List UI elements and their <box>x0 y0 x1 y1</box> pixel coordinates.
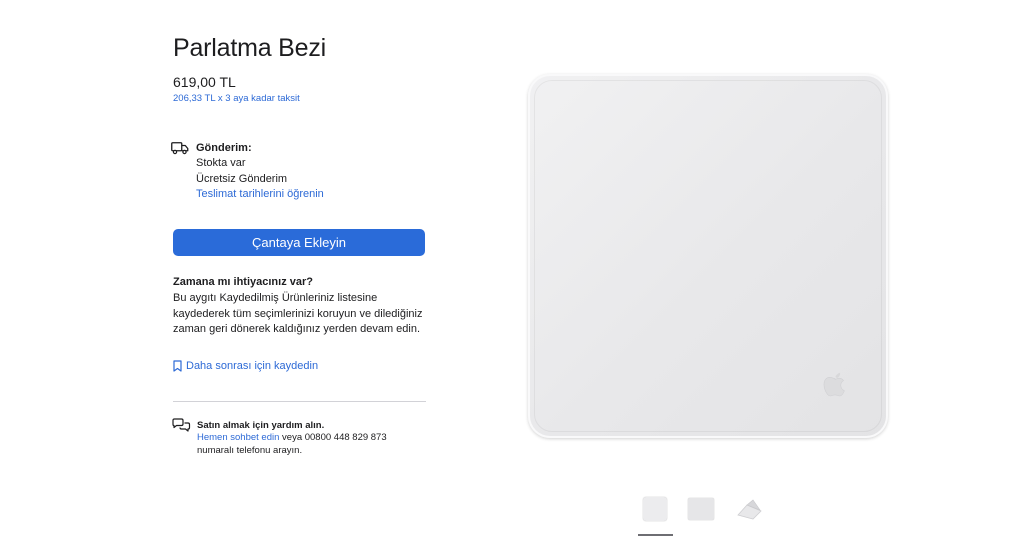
apple-logo-icon <box>823 372 845 397</box>
chat-now-link[interactable]: Hemen sohbet edin <box>197 432 279 443</box>
section-divider <box>173 401 426 402</box>
product-title: Parlatma Bezi <box>173 34 327 62</box>
product-image <box>528 74 888 438</box>
save-for-later-link[interactable]: Daha sonrası için kaydedin <box>173 360 318 372</box>
add-to-bag-button[interactable]: Çantaya Ekleyin <box>173 229 425 256</box>
product-price: 619,00 TL <box>173 74 236 90</box>
chat-bubbles-icon <box>172 418 191 432</box>
save-later-title: Zamana mı ihtiyacınız var? <box>173 276 313 288</box>
delivery-dates-link[interactable]: Teslimat tarihlerini öğrenin <box>196 188 324 200</box>
thumbnail-angled[interactable] <box>687 495 715 523</box>
save-later-description: Bu aygıtı Kaydedilmiş Ürünleriniz listes… <box>173 292 423 335</box>
thumbnail-front[interactable] <box>641 495 669 523</box>
help-title: Satın almak için yardım alın. <box>197 420 325 431</box>
help-text: Hemen sohbet edin veya 00800 448 829 873… <box>197 432 417 457</box>
truck-icon <box>171 142 189 155</box>
bookmark-icon <box>173 360 182 372</box>
shipping-title: Gönderim: <box>196 142 252 154</box>
phone-text-line2: numaralı telefonu arayın. <box>197 444 303 456</box>
thumbnail-selected-indicator <box>638 534 673 536</box>
thumbnail-folded[interactable] <box>735 495 763 523</box>
phone-text: veya 00800 448 829 873 <box>279 432 387 443</box>
folded-cloth-image <box>737 499 762 520</box>
free-shipping-text: Ücretsiz Gönderim <box>196 173 288 185</box>
installment-info: 206,33 TL x 3 aya kadar taksit <box>173 93 300 104</box>
stock-status: Stokta var <box>196 157 246 169</box>
save-for-later-label: Daha sonrası için kaydedin <box>186 360 319 372</box>
